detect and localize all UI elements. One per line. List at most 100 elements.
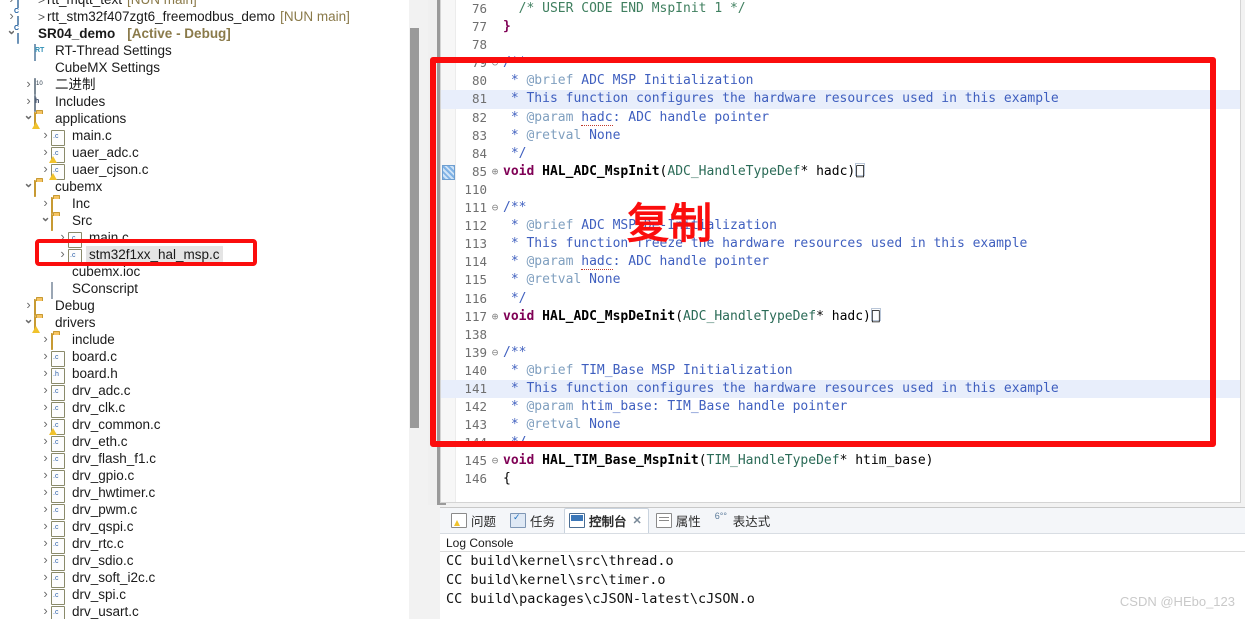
tree-item-cubemx-settings[interactable]: CubeMX Settings (0, 59, 420, 76)
code-editor-area[interactable]: 76 /* USER CODE END MspInit 1 */77} 78 79 ⊖… (440, 0, 1241, 503)
code-line[interactable]: 83 * @retval None (441, 127, 1240, 145)
tree-item-rtt_stm32f407zgt6_freemodbus_demo[interactable]: >rtt_stm32f407zgt6_freemodbus_demo[NUN m… (0, 8, 420, 27)
fold-toggle-icon[interactable]: ⊖ (490, 54, 500, 72)
tree-item-board.h[interactable]: board.h (0, 365, 420, 384)
tree-item-label-wrap: RT-Thread Settings (52, 42, 175, 59)
console-output[interactable]: CC build\kernel\src\thread.o CC build\ker… (440, 552, 1245, 609)
code-line[interactable]: 111 ⊖/** (441, 199, 1240, 217)
code-line[interactable]: 146 { (441, 470, 1240, 488)
tree-item-sr04_demo[interactable]: SR04_demo [Active - Debug] (0, 25, 420, 44)
console-tab-properties[interactable]: 属性 (651, 508, 708, 533)
tree-item-drv_pwm.c[interactable]: drv_pwm.c (0, 501, 420, 520)
tree-item-drv_soft_i2c.c[interactable]: drv_soft_i2c.c (0, 569, 420, 588)
project-explorer-panel[interactable]: >rtt_mqtt_text[NUN main]>rtt_stm32f407zg… (0, 0, 420, 619)
tree-item-label: Debug (55, 298, 95, 313)
code-line[interactable]: 77} (441, 18, 1240, 36)
tree-item-cubemx.ioc[interactable]: cubemx.ioc (0, 263, 420, 280)
chevron-down-icon[interactable] (40, 212, 51, 230)
fold-toggle-icon[interactable]: ⊕ (490, 308, 500, 326)
code-line[interactable]: 141 * This function configures the hardw… (441, 379, 1240, 399)
tree-item-applications[interactable]: applications (0, 110, 420, 129)
tree-item-board.c[interactable]: board.c (0, 348, 420, 367)
tree-item-uaer_adc.c[interactable]: uaer_adc.c (0, 144, 420, 163)
code-line[interactable]: 114 * @param hadc: ADC handle pointer (441, 253, 1240, 271)
tree-item-sconscript[interactable]: SConscript (0, 280, 420, 299)
tree-item-drv_usart.c[interactable]: drv_usart.c (0, 603, 420, 619)
chevron-right-icon[interactable] (57, 245, 68, 264)
code-line[interactable]: 82 * @param hadc: ADC handle pointer (441, 109, 1240, 127)
code-line[interactable]: 140 * @brief TIM_Base MSP Initialization (441, 362, 1240, 380)
chevron-down-icon[interactable] (23, 178, 34, 196)
close-icon[interactable]: ✕ (633, 514, 642, 527)
code-line[interactable]: 142 * @param htim_base: TIM_Base handle … (441, 398, 1240, 416)
tree-item-drv_adc.c[interactable]: drv_adc.c (0, 382, 420, 401)
console-tab-tasks[interactable]: 任务 (505, 508, 562, 533)
code-line[interactable]: 76 /* USER CODE END MspInit 1 */ (441, 0, 1240, 18)
tree-item-stm32f1xx_hal_msp.c[interactable]: stm32f1xx_hal_msp.c (0, 245, 420, 265)
tree-item-cubemx[interactable]: cubemx (0, 178, 420, 197)
code-line[interactable]: 139 ⊖/** (441, 344, 1240, 362)
code-line[interactable]: 81 * This function configures the hardwa… (441, 90, 1240, 109)
code-line[interactable]: 112 * @brief ADC MSP De-Initialization (441, 217, 1240, 235)
tree-item-includes[interactable]: Includes (0, 93, 420, 112)
tree-item-drv_eth.c[interactable]: drv_eth.c (0, 433, 420, 452)
code-line[interactable]: 110 (441, 181, 1240, 199)
project-tree[interactable]: >rtt_mqtt_text[NUN main]>rtt_stm32f407zg… (0, 0, 420, 619)
code-lines[interactable]: 76 /* USER CODE END MspInit 1 */77} 78 79 ⊖… (441, 0, 1240, 489)
tree-item-rt-thread-settings[interactable]: RT-Thread Settings (0, 42, 420, 61)
tree-item-drv_hwtimer.c[interactable]: drv_hwtimer.c (0, 484, 420, 503)
code-line[interactable]: 84 */ (441, 145, 1240, 163)
chevron-right-icon[interactable] (40, 602, 51, 619)
editor-scrollbar-track[interactable] (428, 0, 446, 505)
repo-marker: > (38, 0, 45, 7)
tree-item-drv_gpio.c[interactable]: drv_gpio.c (0, 467, 420, 486)
fold-toggle-icon[interactable]: ⊕ (490, 163, 500, 181)
tree-item-include[interactable]: include (0, 331, 420, 350)
tree-item-label: stm32f1xx_hal_msp.c (89, 247, 220, 262)
explorer-scrollbar-track[interactable] (409, 0, 420, 619)
console-tab-expressions[interactable]: 表达式 (710, 508, 778, 533)
code-text: */ (503, 290, 527, 306)
code-line[interactable]: 144 */ (441, 434, 1240, 452)
fold-toggle-icon[interactable]: ⊖ (490, 452, 500, 470)
code-line[interactable]: 79 ⊖/** (441, 54, 1240, 72)
tree-item-二进制[interactable]: 二进制 (0, 76, 420, 95)
code-line[interactable]: 143 * @retval None (441, 416, 1240, 434)
code-line[interactable]: 78 (441, 36, 1240, 54)
tree-item-debug[interactable]: Debug (0, 297, 420, 316)
folder-icon (51, 213, 66, 231)
code-line[interactable]: 113 * This function freeze the hardware … (441, 235, 1240, 253)
console-tab-label: 问题 (471, 515, 497, 529)
tree-item-main.c[interactable]: main.c (0, 229, 420, 248)
console-tab-console[interactable]: 控制台 ✕ (564, 508, 649, 533)
code-line[interactable]: 80 * @brief ADC MSP Initialization (441, 72, 1240, 90)
code-text: * This function configures the hardware … (503, 380, 1059, 396)
code-line[interactable]: 138 (441, 326, 1240, 344)
tree-item-drv_flash_f1.c[interactable]: drv_flash_f1.c (0, 450, 420, 469)
code-line[interactable]: 116 */ (441, 290, 1240, 308)
fold-toggle-icon[interactable]: ⊖ (490, 344, 500, 362)
tree-item-drv_clk.c[interactable]: drv_clk.c (0, 399, 420, 418)
tree-item-uaer_cjson.c[interactable]: uaer_cjson.c (0, 161, 420, 180)
console-view[interactable]: 问题 任务 控制台 ✕ 属性 表达式 Log Console CC build\kerne… (440, 507, 1245, 620)
tree-item-drv_sdio.c[interactable]: drv_sdio.c (0, 552, 420, 571)
explorer-scrollbar-thumb[interactable] (410, 28, 419, 428)
code-line[interactable]: 145 ⊖ void HAL_TIM_Base_MspInit(TIM_Handle… (441, 452, 1240, 470)
console-tab-problems[interactable]: 问题 (446, 508, 503, 533)
tree-item-drv_qspi.c[interactable]: drv_qspi.c (0, 518, 420, 537)
c-file-icon (51, 537, 66, 554)
tree-item-drv_rtc.c[interactable]: drv_rtc.c (0, 535, 420, 554)
fold-toggle-icon[interactable]: ⊖ (490, 199, 500, 217)
tree-item-main.c[interactable]: main.c (0, 127, 420, 146)
tree-item-drv_spi.c[interactable]: drv_spi.c (0, 586, 420, 605)
folder-icon (34, 179, 49, 197)
line-number: 80 (471, 73, 487, 89)
code-line[interactable]: 117 ⊕ void HAL_ADC_MspDeInit(ADC_HandleTyp… (441, 307, 1240, 326)
code-line[interactable]: 115 * @retval None (441, 271, 1240, 289)
tree-item-inc[interactable]: Inc (0, 195, 420, 214)
tree-item-drivers[interactable]: drivers (0, 314, 420, 333)
tree-item-src[interactable]: Src (0, 212, 420, 231)
console-tab-bar[interactable]: 问题 任务 控制台 ✕ 属性 表达式 (440, 508, 1245, 534)
tree-item-drv_common.c[interactable]: drv_common.c (0, 416, 420, 435)
code-line[interactable]: 85 ⊕ void HAL_ADC_MspInit(ADC_HandleTypeDe… (441, 162, 1240, 181)
